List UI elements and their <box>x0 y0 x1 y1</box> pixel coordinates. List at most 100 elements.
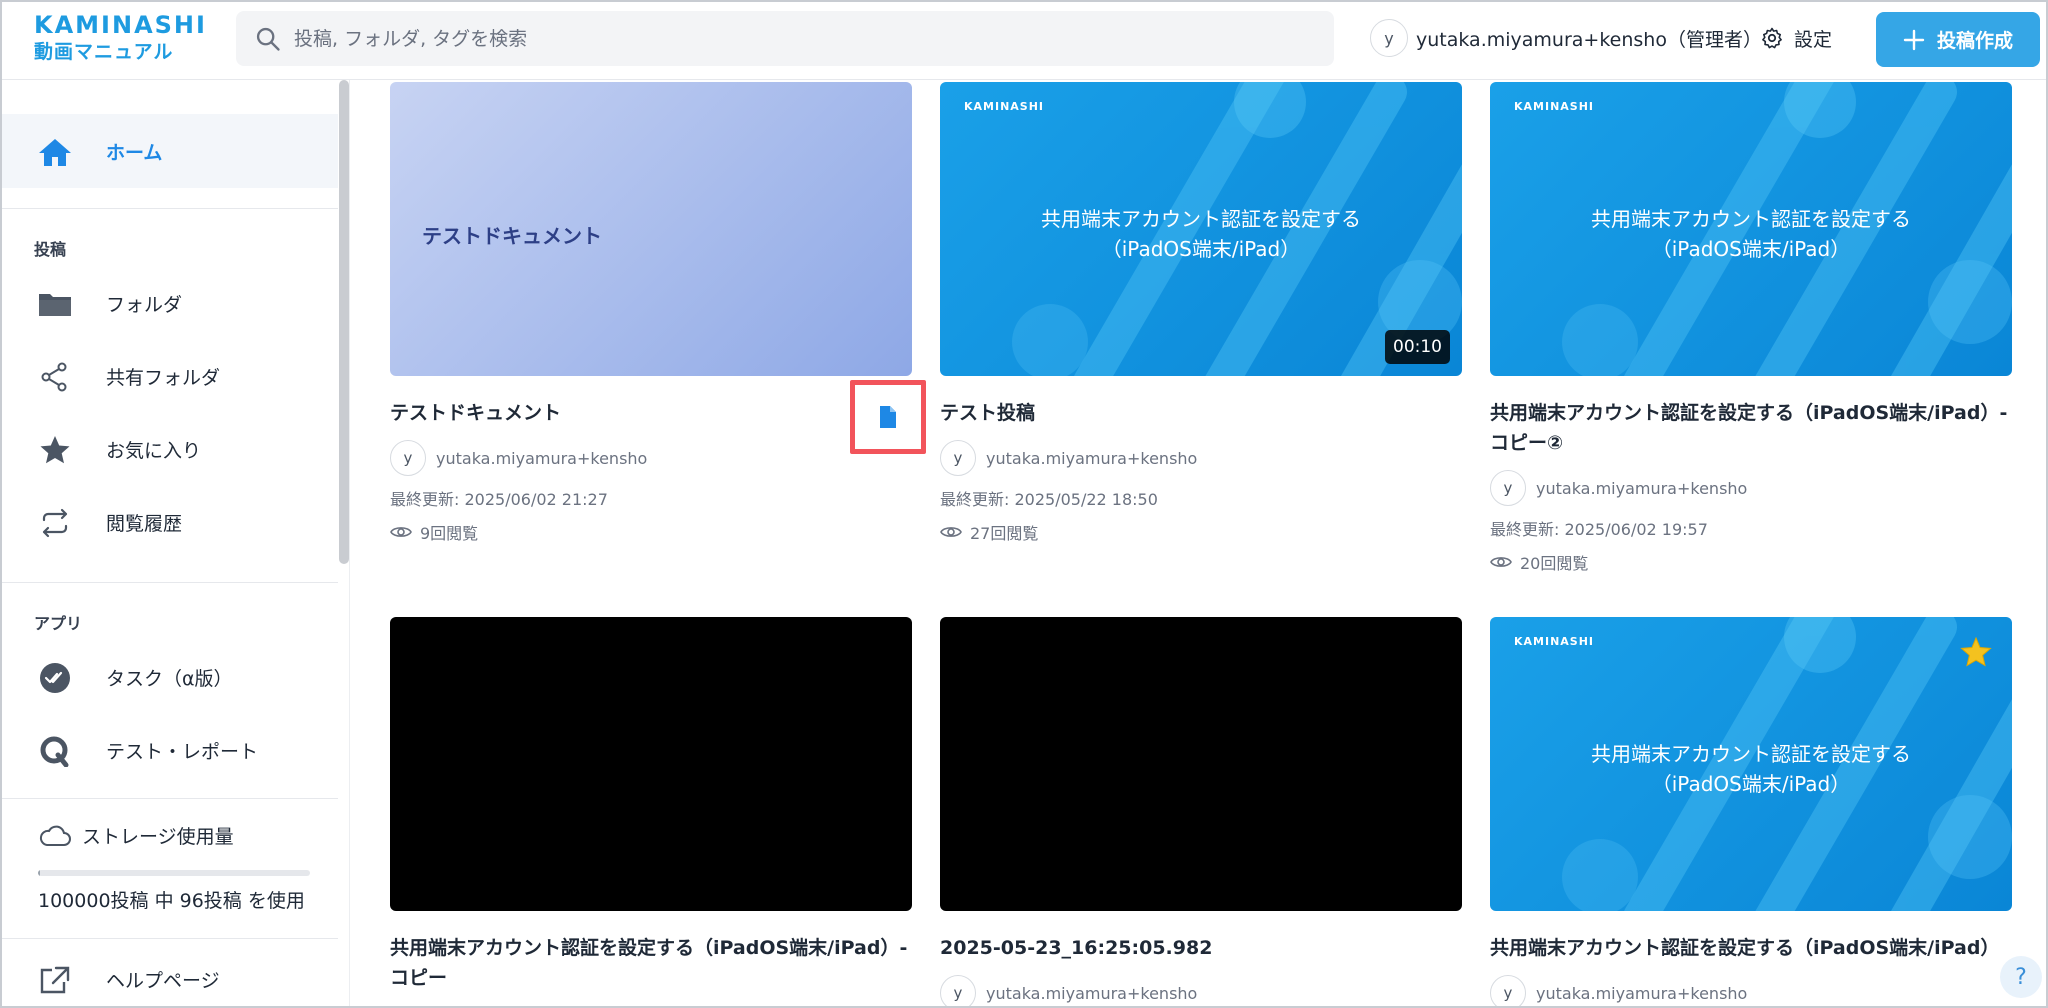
sidebar-item-home[interactable]: ホーム <box>0 114 338 188</box>
author-avatar: y <box>1490 975 1526 1008</box>
sidebar-divider <box>0 208 338 209</box>
section-title-apps: アプリ <box>34 614 83 633</box>
storage-progress <box>38 870 310 876</box>
storage-title: ストレージ使用量 <box>38 822 234 849</box>
storage-usage-text: 100000投稿 中 96投稿 を使用 <box>38 890 305 912</box>
eye-icon <box>1490 557 1512 567</box>
post-title[interactable]: テストドキュメント <box>390 398 912 428</box>
sidebar-divider <box>0 798 338 799</box>
post-title[interactable]: 共用端末アカウント認証を設定する（iPadOS端末/iPad）- コピー② <box>1490 398 2012 458</box>
post-thumbnail[interactable]: KAMINASHI 共用端末アカウント認証を設定する （iPadOS端末/iPa… <box>1490 82 2012 376</box>
views-count: 27回閲覧 <box>970 524 1039 543</box>
help-floating-button[interactable]: ? <box>2000 956 2042 998</box>
storage-title-label: ストレージ使用量 <box>82 826 234 848</box>
author-name: yutaka.miyamura+kensho <box>436 448 648 468</box>
eye-icon <box>940 527 962 537</box>
thumbnail-caption: 共用端末アカウント認証を設定する （iPadOS端末/iPad） <box>940 204 1462 264</box>
sidebar-item-label: ヘルプページ <box>106 969 220 992</box>
caption-line: （iPadOS端末/iPad） <box>1651 772 1851 796</box>
post-thumbnail[interactable]: KAMINASHI 共用端末アカウント認証を設定する （iPadOS端末/iPa… <box>940 82 1462 376</box>
create-post-button[interactable]: 投稿作成 <box>1876 12 2040 67</box>
post-thumbnail[interactable] <box>390 617 912 911</box>
sidebar-divider <box>0 582 338 583</box>
caption-line: （iPadOS端末/iPad） <box>1101 237 1301 261</box>
post-card[interactable]: KAMINASHI 共用端末アカウント認証を設定する （iPadOS端末/iPa… <box>1490 82 2012 574</box>
sidebar-scrollbar[interactable] <box>339 80 349 564</box>
author-name: yutaka.miyamura+kensho <box>986 448 1198 468</box>
user-name: yutaka.miyamura+kensho（管理者） <box>1416 28 1762 51</box>
app-logo[interactable]: KAMINASHI 動画マニュアル <box>34 12 207 66</box>
caption-line: 共用端末アカウント認証を設定する <box>1591 742 1911 766</box>
views-count: 9回閲覧 <box>420 524 479 543</box>
search-bar <box>236 11 1334 66</box>
post-updated: 最終更新: 2025/06/02 19:57 <box>1490 520 1708 539</box>
user-avatar: y <box>1370 19 1408 57</box>
post-author: y yutaka.miyamura+kensho <box>940 440 1462 476</box>
storage-progress-fill <box>38 870 40 876</box>
thumbnail-caption: 共用端末アカウント認証を設定する （iPadOS端末/iPad） <box>1490 204 2012 264</box>
post-thumbnail[interactable] <box>940 617 1462 911</box>
cloud-icon <box>39 825 71 846</box>
author-name: yutaka.miyamura+kensho <box>1536 478 1748 498</box>
post-views: 27回閲覧 <box>940 520 1462 544</box>
sidebar-item-folder[interactable]: フォルダ <box>0 266 338 340</box>
views-count: 20回閲覧 <box>1520 554 1589 573</box>
settings-button[interactable]: 設定 <box>1760 18 1832 58</box>
post-title-line: コピー② <box>1490 432 1564 454</box>
post-title[interactable]: テスト投稿 <box>940 398 1462 428</box>
gear-icon <box>1762 27 1782 49</box>
home-icon <box>39 139 71 166</box>
post-title[interactable]: 共用端末アカウント認証を設定する（iPadOS端末/iPad）- コピー <box>390 933 912 993</box>
star-icon <box>40 436 70 464</box>
post-views: 20回閲覧 <box>1490 550 2012 574</box>
search-input[interactable] <box>294 11 1314 66</box>
post-card[interactable]: KAMINASHI 共用端末アカウント認証を設定する （iPadOS端末/iPa… <box>940 82 1462 544</box>
thumbnail-caption: 共用端末アカウント認証を設定する （iPadOS端末/iPad） <box>1490 739 2012 799</box>
post-title-line: 共用端末アカウント認証を設定する（iPadOS端末/iPad）- <box>1490 402 2008 424</box>
post-card[interactable]: テストドキュメント テストドキュメント y yutaka.miyamura+ke… <box>390 82 912 544</box>
quiz-q-icon <box>40 736 69 767</box>
user-menu[interactable]: y yutaka.miyamura+kensho（管理者） <box>1370 18 1762 58</box>
caption-line: 共用端末アカウント認証を設定する <box>1041 207 1361 231</box>
post-grid: テストドキュメント テストドキュメント y yutaka.miyamura+ke… <box>350 80 2048 1008</box>
share-icon <box>41 362 67 392</box>
post-thumbnail[interactable]: KAMINASHI 共用端末アカウント認証を設定する （iPadOS端末/iPa… <box>1490 617 2012 911</box>
post-thumbnail[interactable]: テストドキュメント <box>390 82 912 376</box>
author-name: yutaka.miyamura+kensho <box>1536 983 1748 1003</box>
post-updated: 最終更新: 2025/05/22 18:50 <box>940 490 1158 509</box>
logo-wordmark: KAMINASHI <box>34 11 207 39</box>
create-post-label: 投稿作成 <box>1936 30 2013 52</box>
author-avatar: y <box>940 440 976 476</box>
sidebar-item-label: タスク（α版） <box>106 667 233 690</box>
author-name: yutaka.miyamura+kensho <box>986 983 1198 1003</box>
post-title[interactable]: 2025-05-23_16:25:05.982 <box>940 933 1462 963</box>
settings-label: 設定 <box>1794 28 1833 51</box>
document-icon <box>880 406 896 428</box>
sidebar-item-shared-folder[interactable]: 共有フォルダ <box>0 339 338 413</box>
sidebar-divider <box>0 938 338 939</box>
sidebar-item-history[interactable]: 閲覧履歴 <box>0 485 338 559</box>
post-card[interactable]: 共用端末アカウント認証を設定する（iPadOS端末/iPad）- コピー <box>390 617 912 993</box>
sidebar-item-favorites[interactable]: お気に入り <box>0 412 338 486</box>
thumbnail-brand: KAMINASHI <box>964 100 1045 113</box>
caption-line: 共用端末アカウント認証を設定する <box>1591 207 1911 231</box>
document-type-highlight[interactable] <box>850 380 926 454</box>
sidebar-item-help[interactable]: ヘルプページ <box>0 942 338 1008</box>
sidebar-item-task[interactable]: タスク（α版） <box>0 640 338 714</box>
post-title[interactable]: 共用端末アカウント認証を設定する（iPadOS端末/iPad） <box>1490 933 2012 963</box>
section-title-posts: 投稿 <box>34 240 67 259</box>
sidebar-item-label: 閲覧履歴 <box>106 512 183 535</box>
post-author: y yutaka.miyamura+kensho <box>1490 975 2012 1008</box>
post-card[interactable]: KAMINASHI 共用端末アカウント認証を設定する （iPadOS端末/iPa… <box>1490 617 2012 1008</box>
sidebar-item-label: ホーム <box>106 141 163 164</box>
favorite-star-icon[interactable] <box>1960 637 1992 667</box>
external-link-icon <box>40 966 70 994</box>
post-title-line: コピー <box>390 967 448 989</box>
folder-icon <box>39 294 71 316</box>
sidebar-item-label: 共有フォルダ <box>106 366 221 389</box>
sidebar-item-test-report[interactable]: テスト・レポート <box>0 713 338 787</box>
sidebar-item-label: フォルダ <box>106 293 183 316</box>
sidebar-item-label: お気に入り <box>106 439 202 462</box>
post-card[interactable]: 2025-05-23_16:25:05.982 y yutaka.miyamur… <box>940 617 1462 1008</box>
logo-subtitle: 動画マニュアル <box>34 41 174 63</box>
